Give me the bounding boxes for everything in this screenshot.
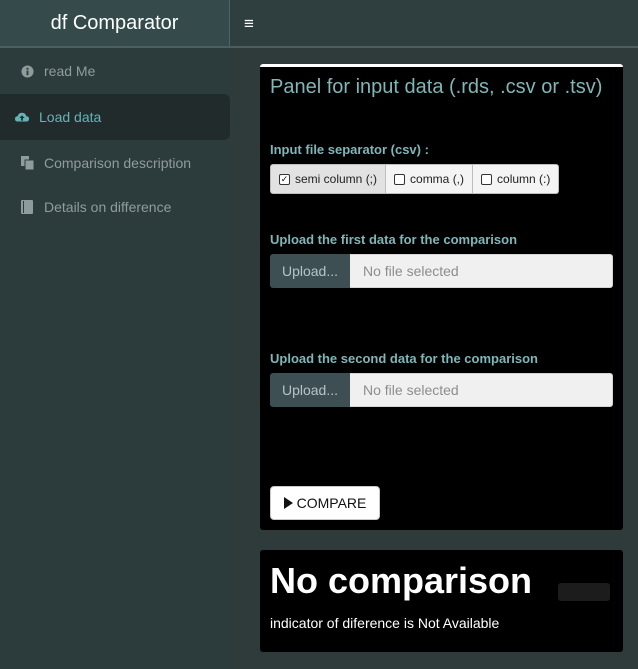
input-panel: Panel for input data (.rds, .csv or .tsv… <box>260 64 623 530</box>
cloud-upload-icon <box>15 110 29 124</box>
upload1-button[interactable]: Upload... <box>270 254 350 288</box>
separator-label: Input file separator (csv) : <box>270 142 429 157</box>
sidebar-item-comparison-description[interactable]: Comparison description <box>0 140 230 186</box>
separator-option-semicolon[interactable]: ✓ semi column (;) <box>270 164 387 194</box>
upload2-filename-field[interactable]: No file selected <box>350 373 613 407</box>
sidebar-item-label: Load data <box>39 109 102 125</box>
panel-title: Panel for input data (.rds, .csv or .tsv… <box>270 76 603 98</box>
sidebar-item-label: read Me <box>44 63 96 79</box>
copy-icon <box>20 156 34 170</box>
hamburger-icon[interactable]: ≡ <box>244 14 254 34</box>
sidebar-item-load-data[interactable]: Load data <box>0 94 230 140</box>
result-panel: No comparison indicator of diference is … <box>260 550 623 652</box>
app-title: df Comparator <box>0 0 230 46</box>
upload1-control: Upload... No file selected <box>270 254 613 288</box>
result-title: No comparison <box>270 560 533 601</box>
result-shadow-block <box>558 583 610 601</box>
upload2-control: Upload... No file selected <box>270 373 613 407</box>
separator-option-comma[interactable]: comma (,) <box>386 164 474 194</box>
sidebar-item-details-on-difference[interactable]: Details on difference <box>0 184 230 230</box>
checkbox-icon <box>481 173 493 185</box>
separator-options: ✓ semi column (;) comma (,) column (:) <box>270 164 560 194</box>
separator-option-label: comma (,) <box>410 172 465 186</box>
compare-button[interactable]: COMPARE <box>270 486 380 520</box>
upload1-filename-field[interactable]: No file selected <box>350 254 613 288</box>
separator-option-colon[interactable]: column (:) <box>473 164 560 194</box>
upload2-label: Upload the second data for the compariso… <box>270 351 538 366</box>
sidebar-item-read-me[interactable]: read Me <box>0 48 230 94</box>
sidebar-item-label: Comparison description <box>44 155 192 171</box>
sidebar: read Me Load data Comparison description… <box>0 48 230 669</box>
compare-button-label: COMPARE <box>296 495 367 511</box>
upload1-label: Upload the first data for the comparison <box>270 232 518 247</box>
checkbox-icon <box>394 173 406 185</box>
play-icon <box>283 497 293 509</box>
checkbox-checked-icon: ✓ <box>279 173 290 185</box>
book-icon <box>20 200 34 214</box>
result-indicator: indicator of diference is Not Available <box>270 615 500 631</box>
top-header: df Comparator ≡ <box>0 0 638 48</box>
upload2-button[interactable]: Upload... <box>270 373 350 407</box>
info-circle-icon <box>20 64 34 78</box>
separator-option-label: column (:) <box>497 172 551 186</box>
sidebar-item-label: Details on difference <box>44 199 172 215</box>
separator-option-label: semi column (;) <box>295 172 378 186</box>
